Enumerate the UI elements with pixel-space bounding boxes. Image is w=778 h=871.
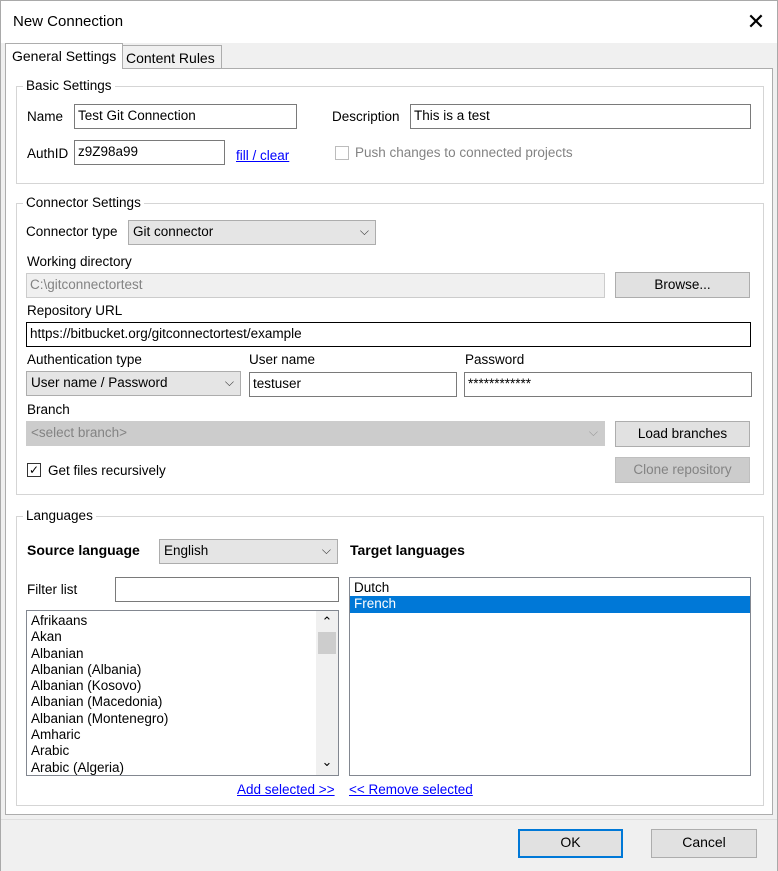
branch-value: <select branch> [31, 425, 128, 440]
connector-type-label: Connector type [26, 224, 118, 239]
password-label: Password [465, 352, 525, 367]
basic-settings-label: Basic Settings [23, 78, 115, 93]
target-languages-label: Target languages [350, 542, 465, 558]
browse-button[interactable]: Browse... [615, 272, 750, 298]
list-item[interactable]: Albanian (Kosovo) [27, 678, 315, 694]
target-language-list[interactable]: Dutch French [349, 577, 751, 776]
add-selected-link[interactable]: Add selected >> [237, 782, 335, 797]
title-bar: New Connection ✕ [1, 1, 777, 43]
filter-list-input[interactable] [115, 577, 339, 602]
description-input[interactable]: This is a test [410, 104, 751, 129]
chevron-down-icon: ⌵ [224, 375, 234, 389]
list-item[interactable]: Albanian (Macedonia) [27, 694, 315, 710]
authid-input[interactable]: z9Z98a99 [74, 140, 225, 165]
list-item[interactable]: Arabic (Algeria) [27, 760, 315, 775]
recursive-checkbox[interactable]: ✓ [27, 463, 41, 477]
auth-type-value: User name / Password [31, 375, 168, 390]
connector-type-select[interactable]: Git connector ⌵ [128, 220, 376, 245]
scroll-up-icon[interactable]: ⌃ [316, 611, 338, 631]
auth-type-label: Authentication type [27, 352, 142, 367]
fill-clear-link[interactable]: fill / clear [236, 148, 289, 163]
repository-url-label: Repository URL [27, 303, 123, 318]
list-item[interactable]: Arabic [27, 743, 315, 759]
tab-general-settings[interactable]: General Settings [5, 43, 124, 69]
branch-label: Branch [27, 402, 70, 417]
description-label: Description [332, 109, 400, 124]
password-input[interactable]: ************ [464, 372, 752, 397]
list-item[interactable]: Amharic [27, 727, 315, 743]
list-item[interactable]: Albanian [27, 646, 315, 662]
list-item[interactable]: Dutch [350, 580, 750, 596]
username-input[interactable]: testuser [249, 372, 457, 397]
auth-type-select[interactable]: User name / Password ⌵ [26, 371, 241, 396]
working-directory-input[interactable]: C:\gitconnectortest [26, 273, 605, 298]
list-item[interactable]: Albanian (Montenegro) [27, 711, 315, 727]
branch-select[interactable]: <select branch> ⌵ [26, 421, 605, 446]
working-directory-label: Working directory [27, 254, 132, 269]
name-input[interactable]: Test Git Connection [74, 104, 297, 129]
load-branches-button[interactable]: Load branches [615, 421, 750, 447]
source-language-value: English [164, 543, 209, 558]
connector-type-value: Git connector [133, 224, 214, 239]
remove-selected-link[interactable]: << Remove selected [349, 782, 473, 797]
cancel-button[interactable]: Cancel [651, 829, 757, 858]
source-language-list[interactable]: Afrikaans Akan Albanian Albanian (Albania) A… [26, 610, 339, 776]
push-changes-checkbox[interactable] [335, 146, 349, 160]
window-title: New Connection [13, 13, 124, 30]
connector-settings-group [16, 203, 764, 495]
list-item[interactable]: Akan [27, 629, 315, 645]
source-language-select[interactable]: English ⌵ [159, 539, 338, 564]
list-item[interactable]: French [350, 596, 750, 613]
push-changes-label: Push changes to connected projects [355, 145, 573, 160]
name-label: Name [27, 109, 64, 124]
filter-list-label: Filter list [27, 582, 78, 597]
chevron-down-icon: ⌵ [321, 543, 331, 557]
repository-url-input[interactable]: https://bitbucket.org/gitconnectortest/e… [26, 322, 751, 347]
scrollbar-thumb[interactable] [318, 632, 336, 654]
recursive-label: Get files recursively [48, 463, 166, 478]
clone-repository-button[interactable]: Clone repository [615, 457, 750, 483]
basic-settings-group [16, 86, 764, 184]
dialog-window: New Connection ✕ General Settings Conten… [0, 0, 778, 871]
ok-button[interactable]: OK [518, 829, 623, 858]
list-item[interactable]: Afrikaans [27, 613, 315, 629]
close-icon[interactable]: ✕ [741, 7, 771, 37]
list-item[interactable]: Albanian (Albania) [27, 662, 315, 678]
tab-content-rules[interactable]: Content Rules [119, 45, 222, 69]
source-language-label: Source language [27, 542, 140, 558]
languages-label: Languages [23, 508, 96, 523]
chevron-down-icon: ⌵ [588, 425, 598, 439]
connector-settings-label: Connector Settings [23, 195, 144, 210]
scroll-down-icon[interactable]: ⌄ [316, 755, 338, 775]
username-label: User name [249, 352, 316, 367]
chevron-down-icon: ⌵ [359, 224, 369, 238]
authid-label: AuthID [27, 146, 69, 161]
source-list-scrollbar[interactable]: ⌃ ⌄ [316, 611, 338, 775]
